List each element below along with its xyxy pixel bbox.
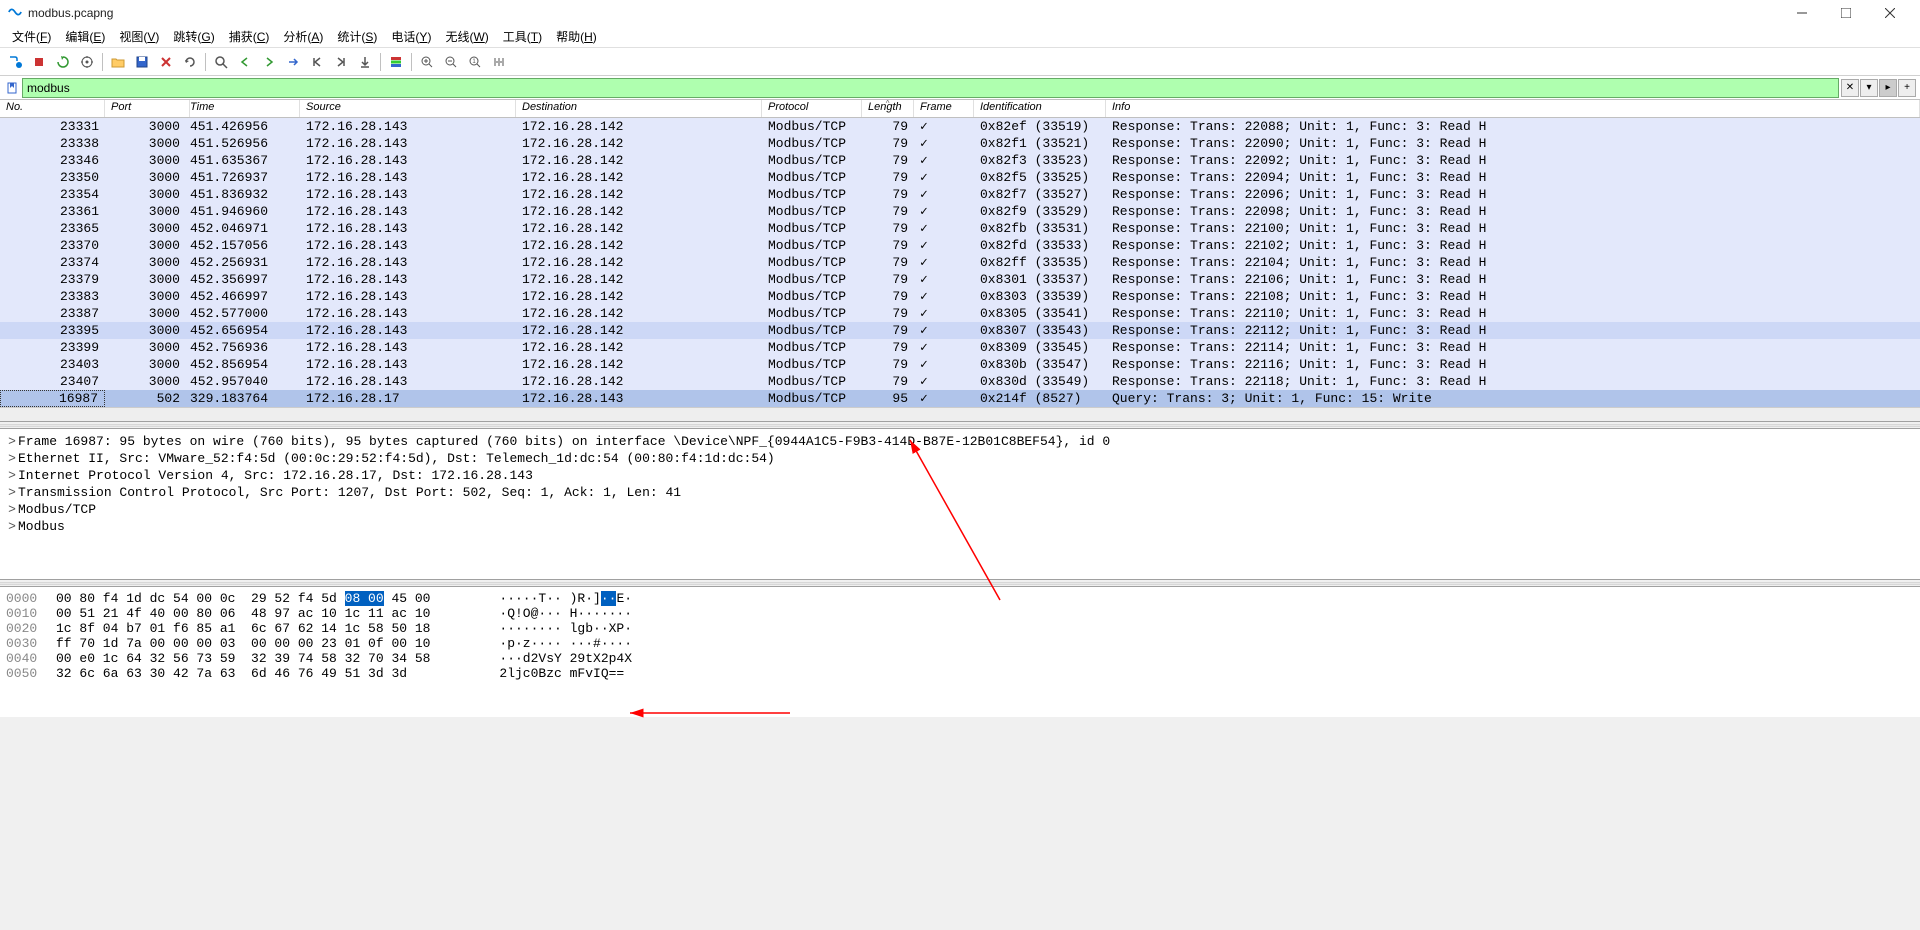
filter-apply-icon[interactable]: ▸ xyxy=(1879,79,1897,97)
menu-y[interactable]: 电话(Y) xyxy=(385,26,437,47)
zoom-reset-icon[interactable]: 1 xyxy=(464,51,486,73)
go-last-icon[interactable] xyxy=(330,51,352,73)
col-port[interactable]: Port xyxy=(105,100,190,117)
col-protocol[interactable]: Protocol xyxy=(762,100,862,117)
filter-bar: ✕ ▾ ▸ + xyxy=(0,76,1920,100)
menu-g[interactable]: 跳转(G) xyxy=(167,26,220,47)
filter-dropdown-icon[interactable]: ▾ xyxy=(1860,79,1878,97)
titlebar: modbus.pcapng xyxy=(0,0,1920,26)
resize-columns-icon[interactable] xyxy=(488,51,510,73)
detail-line[interactable]: >Modbus xyxy=(0,518,1920,535)
bookmark-filter-icon[interactable] xyxy=(2,78,22,98)
col-identification[interactable]: Identification xyxy=(974,100,1106,117)
display-filter-input[interactable] xyxy=(22,78,1839,98)
minimize-button[interactable] xyxy=(1780,0,1824,26)
hex-line[interactable]: 004000 e0 1c 64 32 56 73 59 32 39 74 58 … xyxy=(0,651,1920,666)
expand-icon[interactable]: > xyxy=(6,468,18,483)
menubar: 文件(F)编辑(E)视图(V)跳转(G)捕获(C)分析(A)统计(S)电话(Y)… xyxy=(0,26,1920,48)
col-time[interactable]: Time xyxy=(190,100,300,117)
menu-t[interactable]: 工具(T) xyxy=(497,26,548,47)
packet-bytes[interactable]: 000000 80 f4 1d dc 54 00 0c 29 52 f4 5d … xyxy=(0,587,1920,717)
packet-row[interactable]: 233383000451.526956172.16.28.143172.16.2… xyxy=(0,135,1920,152)
menu-h[interactable]: 帮助(H) xyxy=(550,26,603,47)
col-length[interactable]: ^Length xyxy=(862,100,914,117)
detail-line[interactable]: >Frame 16987: 95 bytes on wire (760 bits… xyxy=(0,433,1920,450)
packet-details[interactable]: >Frame 16987: 95 bytes on wire (760 bits… xyxy=(0,429,1920,579)
col-info[interactable]: Info xyxy=(1106,100,1920,117)
menu-v[interactable]: 视图(V) xyxy=(113,26,165,47)
file-close-icon[interactable] xyxy=(155,51,177,73)
packet-row[interactable]: 233613000451.946960172.16.28.143172.16.2… xyxy=(0,203,1920,220)
packet-row[interactable]: 233993000452.756936172.16.28.143172.16.2… xyxy=(0,339,1920,356)
expand-icon[interactable]: > xyxy=(6,519,18,534)
packet-row[interactable]: 233743000452.256931172.16.28.143172.16.2… xyxy=(0,254,1920,271)
file-open-icon[interactable] xyxy=(107,51,129,73)
detail-line[interactable]: >Transmission Control Protocol, Src Port… xyxy=(0,484,1920,501)
filter-add-icon[interactable]: + xyxy=(1898,79,1916,97)
expand-icon[interactable]: > xyxy=(6,485,18,500)
close-button[interactable] xyxy=(1868,0,1912,26)
capture-start-icon[interactable] xyxy=(4,51,26,73)
packet-row[interactable]: 234073000452.957040172.16.28.143172.16.2… xyxy=(0,373,1920,390)
packet-row[interactable]: 233463000451.635367172.16.28.143172.16.2… xyxy=(0,152,1920,169)
packet-row[interactable]: 233873000452.577000172.16.28.143172.16.2… xyxy=(0,305,1920,322)
splitter-2[interactable] xyxy=(0,579,1920,587)
packet-row[interactable]: 233653000452.046971172.16.28.143172.16.2… xyxy=(0,220,1920,237)
packet-row[interactable]: 233543000451.836932172.16.28.143172.16.2… xyxy=(0,186,1920,203)
col-frame[interactable]: Frame xyxy=(914,100,974,117)
col-destination[interactable]: Destination xyxy=(516,100,762,117)
expand-icon[interactable]: > xyxy=(6,451,18,466)
packet-row[interactable]: 233953000452.656954172.16.28.143172.16.2… xyxy=(0,322,1920,339)
col-no[interactable]: No. xyxy=(0,100,105,117)
menu-w[interactable]: 无线(W) xyxy=(439,26,494,47)
capture-restart-icon[interactable] xyxy=(52,51,74,73)
packet-row[interactable]: 233793000452.356997172.16.28.143172.16.2… xyxy=(0,271,1920,288)
splitter-1[interactable] xyxy=(0,421,1920,429)
detail-line[interactable]: >Ethernet II, Src: VMware_52:f4:5d (00:0… xyxy=(0,450,1920,467)
go-back-icon[interactable] xyxy=(234,51,256,73)
packet-row[interactable]: 233313000451.426956172.16.28.143172.16.2… xyxy=(0,118,1920,135)
packet-row[interactable]: 16987502329.183764172.16.28.17172.16.28.… xyxy=(0,390,1920,407)
maximize-button[interactable] xyxy=(1824,0,1868,26)
find-icon[interactable] xyxy=(210,51,232,73)
packet-row[interactable]: 234033000452.856954172.16.28.143172.16.2… xyxy=(0,356,1920,373)
packet-list: No. Port Time Source Destination Protoco… xyxy=(0,100,1920,421)
file-save-icon[interactable] xyxy=(131,51,153,73)
capture-stop-icon[interactable] xyxy=(28,51,50,73)
expand-icon[interactable]: > xyxy=(6,502,18,517)
toolbar: 1 xyxy=(0,48,1920,76)
horizontal-scrollbar[interactable] xyxy=(0,407,1920,421)
go-forward-icon[interactable] xyxy=(258,51,280,73)
go-first-icon[interactable] xyxy=(306,51,328,73)
zoom-out-icon[interactable] xyxy=(440,51,462,73)
wireshark-icon xyxy=(8,5,22,22)
menu-s[interactable]: 统计(S) xyxy=(331,26,383,47)
title-text: modbus.pcapng xyxy=(28,6,113,20)
packet-row[interactable]: 233503000451.726937172.16.28.143172.16.2… xyxy=(0,169,1920,186)
hex-line[interactable]: 000000 80 f4 1d dc 54 00 0c 29 52 f4 5d … xyxy=(0,591,1920,606)
col-source[interactable]: Source xyxy=(300,100,516,117)
autoscroll-icon[interactable] xyxy=(354,51,376,73)
expand-icon[interactable]: > xyxy=(6,434,18,449)
packet-row[interactable]: 233703000452.157056172.16.28.143172.16.2… xyxy=(0,237,1920,254)
zoom-in-icon[interactable] xyxy=(416,51,438,73)
hex-line[interactable]: 00201c 8f 04 b7 01 f6 85 a1 6c 67 62 14 … xyxy=(0,621,1920,636)
filter-clear-icon[interactable]: ✕ xyxy=(1841,79,1859,97)
packet-row[interactable]: 233833000452.466997172.16.28.143172.16.2… xyxy=(0,288,1920,305)
hex-line[interactable]: 001000 51 21 4f 40 00 80 06 48 97 ac 10 … xyxy=(0,606,1920,621)
capture-options-icon[interactable] xyxy=(76,51,98,73)
menu-a[interactable]: 分析(A) xyxy=(277,26,329,47)
hex-line[interactable]: 005032 6c 6a 63 30 42 7a 63 6d 46 76 49 … xyxy=(0,666,1920,681)
menu-f[interactable]: 文件(F) xyxy=(6,26,57,47)
menu-c[interactable]: 捕获(C) xyxy=(223,26,276,47)
go-jump-icon[interactable] xyxy=(282,51,304,73)
detail-line[interactable]: >Internet Protocol Version 4, Src: 172.1… xyxy=(0,467,1920,484)
hex-line[interactable]: 0030ff 70 1d 7a 00 00 00 03 00 00 00 23 … xyxy=(0,636,1920,651)
detail-line[interactable]: >Modbus/TCP xyxy=(0,501,1920,518)
packet-list-header[interactable]: No. Port Time Source Destination Protoco… xyxy=(0,100,1920,118)
menu-e[interactable]: 编辑(E) xyxy=(59,26,111,47)
reload-icon[interactable] xyxy=(179,51,201,73)
colorize-icon[interactable] xyxy=(385,51,407,73)
